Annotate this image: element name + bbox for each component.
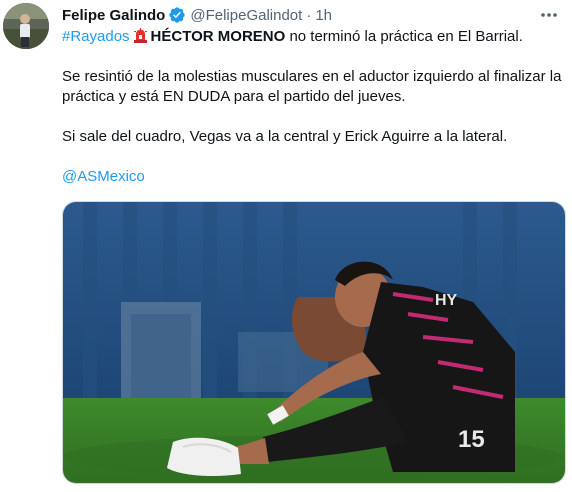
mention-link[interactable]: @ASMexico xyxy=(62,168,145,185)
verified-badge-icon xyxy=(168,6,186,24)
tweet-paragraph-3: Si sale del cuadro, Vegas va a la centra… xyxy=(62,128,508,145)
hashtag-link[interactable]: #Rayados xyxy=(62,28,130,45)
author-handle[interactable]: @FelipeGalindot xyxy=(190,7,302,24)
tweet-paragraph-2: Se resintió de la molestias musculares e… xyxy=(62,68,562,105)
separator-dot: · xyxy=(306,6,312,24)
jersey-number: 15 xyxy=(458,426,485,453)
author-name[interactable]: Felipe Galindo xyxy=(62,7,165,24)
tweet-timestamp[interactable]: 1h xyxy=(315,7,332,24)
avatar[interactable] xyxy=(3,3,49,49)
more-options-icon[interactable] xyxy=(536,5,562,25)
tweet-paragraph-4: @ASMexico xyxy=(62,167,562,187)
police-light-icon xyxy=(133,28,148,43)
tweet-media-photo[interactable]: HY 15 xyxy=(62,201,566,484)
tweet-text: #Rayados HÉCTOR MORENO no terminó la prác… xyxy=(62,27,562,187)
tweet-header: Felipe Galindo @FelipeGalindot · 1h xyxy=(62,5,332,25)
headline-rest: no terminó la práctica en El Barrial. xyxy=(285,28,523,45)
jersey-name: HY xyxy=(435,292,458,309)
player-photo: HY 15 xyxy=(63,202,565,483)
headline-bold: HÉCTOR MORENO xyxy=(150,28,286,45)
tweet-paragraph-1: #Rayados HÉCTOR MORENO no terminó la prác… xyxy=(62,27,562,47)
